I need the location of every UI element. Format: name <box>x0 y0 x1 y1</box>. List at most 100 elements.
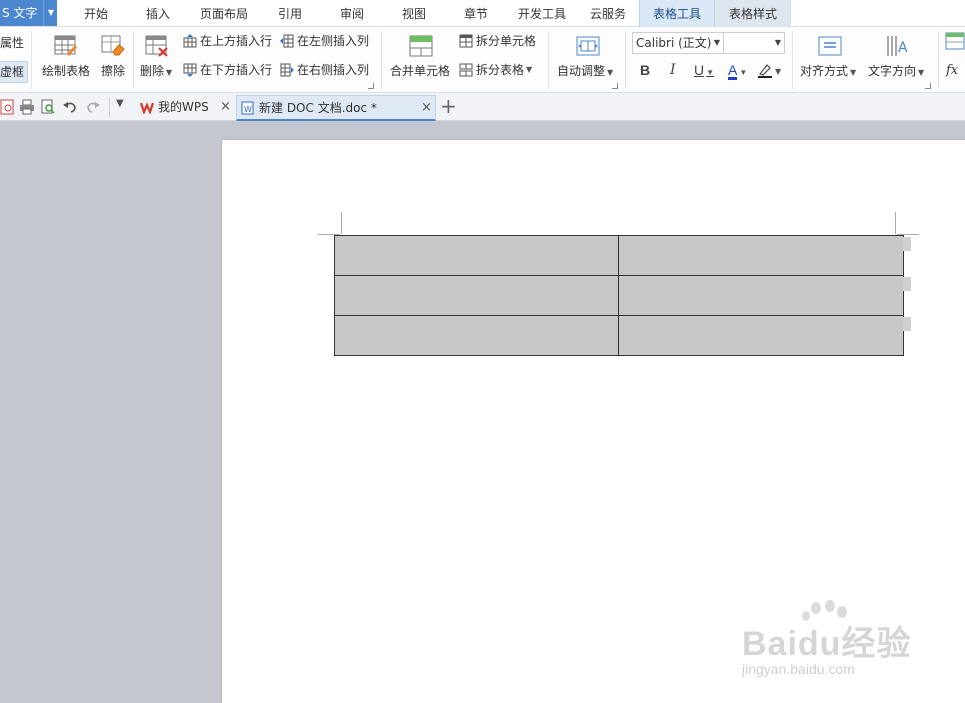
ribbon-divider <box>792 31 793 89</box>
tab-new-doc-label: 新建 DOC 文档.doc * <box>259 101 377 115</box>
svg-text:A: A <box>898 40 908 56</box>
underline-button[interactable]: U ▼ <box>694 62 714 78</box>
insert-row-above-button[interactable]: 在上方插入行 <box>183 33 272 49</box>
text-direction-icon: A <box>887 36 908 56</box>
insert-col-right-button[interactable]: 在右侧插入列 <box>280 62 369 78</box>
formula-label: fx <box>946 63 959 78</box>
app-menu-chevron-icon: ▼ <box>47 8 54 17</box>
draw-table-icon <box>54 35 77 56</box>
app-menu-button[interactable]: S 文字 ▼ <box>0 0 57 26</box>
properties-label: 属性 <box>0 36 25 50</box>
redo-icon[interactable] <box>85 99 101 115</box>
row-end-marker <box>903 317 911 331</box>
italic-button[interactable]: I <box>670 62 676 78</box>
rows-cols-launcher-icon[interactable] <box>368 83 374 89</box>
insert-col-right-label: 在右侧插入列 <box>297 63 370 77</box>
table-row <box>334 235 904 276</box>
insert-col-right-icon <box>280 63 294 77</box>
tab-view[interactable]: 视图 <box>390 0 438 27</box>
dashed-border-button[interactable]: 虚框 <box>0 61 29 83</box>
insert-row-above-icon <box>183 34 197 48</box>
table-cell[interactable] <box>618 235 904 276</box>
font-color-label: A <box>728 62 738 80</box>
table-cell[interactable] <box>334 315 619 356</box>
close-icon[interactable]: × <box>220 95 231 119</box>
tab-review[interactable]: 审阅 <box>328 0 376 27</box>
split-cells-icon <box>459 34 473 48</box>
eraser-icon <box>101 35 125 56</box>
font-size-dropdown-icon: ▼ <box>774 38 781 47</box>
ribbon-divider <box>625 31 626 89</box>
insert-row-above-label: 在上方插入行 <box>200 34 273 48</box>
alignment-launcher-icon[interactable] <box>925 83 931 89</box>
quick-access-dropdown-icon[interactable]: ▼ <box>116 98 124 109</box>
menu-bar: S 文字 ▼ 开始 插入 页面布局 引用 审阅 视图 章节 开发工具 云服务 表… <box>0 0 965 27</box>
underline-label: U <box>694 62 705 78</box>
table-cell[interactable] <box>334 235 619 276</box>
doc-file-icon: W <box>241 101 254 115</box>
table-cell[interactable] <box>334 275 619 316</box>
tab-cloud-services[interactable]: 云服务 <box>584 0 632 27</box>
tab-my-wps[interactable]: 我的WPS × <box>134 95 236 121</box>
ribbon-divider <box>381 31 382 89</box>
split-table-icon <box>459 63 473 77</box>
text-direction-label: 文字方向 <box>868 64 917 78</box>
table-cell[interactable] <box>618 275 904 316</box>
highlighter-icon <box>758 64 772 78</box>
close-icon[interactable]: × <box>421 96 432 120</box>
properties-button[interactable]: 属性 <box>0 35 24 51</box>
split-table-button[interactable]: 拆分表格 ▼ <box>459 62 532 78</box>
font-name-select[interactable]: Calibri (正文) ▼ <box>632 32 724 54</box>
table-row <box>334 315 904 356</box>
print-preview-icon[interactable] <box>40 99 56 115</box>
pdf-export-icon[interactable] <box>0 99 16 115</box>
table-cell[interactable] <box>618 315 904 356</box>
split-cells-button[interactable]: 拆分单元格 <box>459 33 536 49</box>
ribbon-divider <box>133 31 134 89</box>
merge-cells-icon <box>409 35 433 57</box>
alignment-label: 对齐方式 <box>800 64 849 78</box>
formula-table-icon <box>945 32 965 50</box>
font-size-select[interactable]: ▼ <box>723 32 785 54</box>
tab-my-wps-label: 我的WPS <box>158 100 209 114</box>
print-icon[interactable] <box>19 99 35 115</box>
insert-row-below-button[interactable]: 在下方插入行 <box>183 62 272 78</box>
tab-table-style[interactable]: 表格样式 <box>715 0 791 27</box>
dashed-border-label: 虚框 <box>0 65 25 79</box>
font-name-dropdown-icon: ▼ <box>713 38 720 47</box>
delete-label: 删除 <box>140 64 165 78</box>
ribbon-divider <box>31 31 32 89</box>
underline-dropdown-icon: ▼ <box>706 68 715 77</box>
watermark-url: jingyan.baidu.com <box>742 661 855 677</box>
ribbon-divider <box>548 31 549 89</box>
split-cells-label: 拆分单元格 <box>476 34 537 48</box>
tab-insert[interactable]: 插入 <box>134 0 182 27</box>
ribbon-divider <box>938 31 939 89</box>
auto-fit-icon <box>576 36 600 56</box>
svg-text:W: W <box>244 105 252 114</box>
tab-new-doc[interactable]: W 新建 DOC 文档.doc * × <box>236 95 436 121</box>
tab-references[interactable]: 引用 <box>266 0 314 27</box>
auto-fit-launcher-icon[interactable] <box>612 83 618 89</box>
tab-table-tools[interactable]: 表格工具 <box>639 0 715 27</box>
font-name-value: Calibri (正文) <box>636 36 712 50</box>
tab-chapter[interactable]: 章节 <box>452 0 500 27</box>
bold-button[interactable]: B <box>640 62 650 78</box>
margin-mark <box>895 212 896 234</box>
insert-col-left-button[interactable]: 在左侧插入列 <box>280 33 369 49</box>
undo-icon[interactable] <box>62 99 78 115</box>
highlight-button[interactable]: ▼ <box>757 62 781 78</box>
new-tab-button[interactable]: + <box>440 95 457 117</box>
tab-home[interactable]: 开始 <box>72 0 120 27</box>
draw-table-label: 绘制表格 <box>42 64 91 78</box>
auto-fit-label: 自动调整 <box>557 64 606 78</box>
tab-page-layout[interactable]: 页面布局 <box>196 0 252 27</box>
margin-mark <box>341 212 342 234</box>
tab-developer-tools[interactable]: 开发工具 <box>512 0 572 27</box>
wps-logo-icon <box>140 102 154 114</box>
text-direction-dropdown-icon: ▼ <box>918 68 925 77</box>
highlight-dropdown-icon: ▼ <box>775 67 782 76</box>
split-table-label: 拆分表格 <box>476 63 525 77</box>
font-color-button[interactable]: A ▼ <box>728 62 747 80</box>
toolbar-divider <box>109 97 110 117</box>
